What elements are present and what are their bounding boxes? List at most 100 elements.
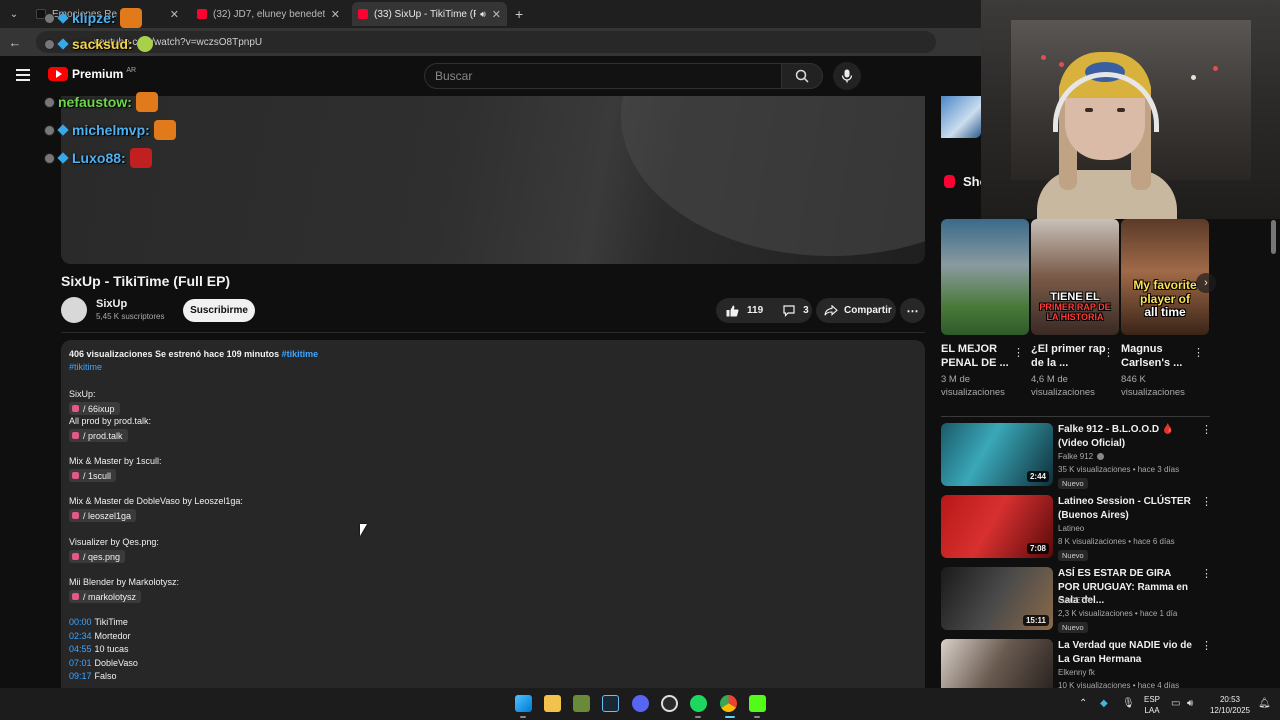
browser-tab-active[interactable]: (33) SixUp - TikiTime (Full E 🔊︎ ✕	[352, 2, 507, 26]
short-more-vertical-icon[interactable]: ⋮	[1193, 346, 1204, 359]
taskbar-indicator	[520, 716, 526, 718]
subscribe-button[interactable]: Suscribirme	[183, 299, 255, 322]
browser-tab[interactable]: (32) JD7, eluney benedetti - M ✕	[191, 2, 346, 26]
credit-heading: Mii Blender by Markolotysz:	[69, 577, 180, 587]
short-more-vertical-icon[interactable]: ⋮	[1103, 346, 1114, 359]
recommended-thumbnail[interactable]	[941, 96, 981, 138]
timestamp-link[interactable]: 07:01	[69, 658, 92, 668]
video-meta: 35 K visualizaciones • hace 3 días	[1058, 465, 1180, 474]
shorts-next-chevron-icon[interactable]: ›	[1196, 273, 1216, 293]
kick-icon[interactable]	[749, 695, 766, 712]
file-explorer-icon[interactable]	[544, 695, 561, 712]
audio-playing-icon[interactable]: 🔊︎	[480, 9, 486, 20]
video-thumbnail[interactable]: 2:44	[941, 423, 1053, 486]
video-thumbnail[interactable]: 15:11	[941, 567, 1053, 630]
timestamp-link[interactable]: 04:55	[69, 644, 92, 654]
video-thumbnail[interactable]	[941, 639, 1053, 688]
tab-search-chevron-icon[interactable]: ⌄	[4, 4, 24, 24]
comments-button[interactable]: 3	[773, 298, 819, 323]
video-thumbnail[interactable]: 7:08	[941, 495, 1053, 558]
tray-microphone-icon[interactable]: 🎙︎	[1122, 698, 1135, 709]
video-channel[interactable]: Falke 912	[1058, 452, 1105, 461]
share-button[interactable]: Compartir	[816, 298, 896, 323]
search-input[interactable]	[435, 69, 781, 83]
spotify-icon[interactable]	[690, 695, 707, 712]
channel-name[interactable]: SixUp	[96, 298, 127, 310]
description-panel[interactable]	[61, 340, 925, 700]
short-title[interactable]: EL MEJOR PENAL DE ...	[941, 342, 1019, 370]
tray-app-icon[interactable]: ◆	[1100, 698, 1108, 709]
obs-icon[interactable]	[661, 695, 678, 712]
chat-badge-icon	[44, 124, 55, 136]
link-text: / qes.png	[83, 551, 121, 562]
instagram-link[interactable]: / prod.talk	[69, 429, 128, 442]
chrome-icon[interactable]	[720, 695, 737, 712]
video-more-vertical-icon[interactable]: ⋮	[1201, 567, 1212, 580]
video-more-vertical-icon[interactable]: ⋮	[1201, 639, 1212, 652]
channel-avatar[interactable]	[61, 297, 87, 323]
network-icon[interactable]: ▭	[1171, 698, 1180, 709]
windows-start-icon[interactable]	[515, 695, 532, 712]
video-player[interactable]	[61, 96, 925, 264]
page-scrollbar[interactable]	[1271, 220, 1276, 254]
video-more-vertical-icon[interactable]: ⋮	[1201, 495, 1212, 508]
short-title[interactable]: Magnus Carlsen's ...	[1121, 342, 1199, 370]
search-box[interactable]	[424, 63, 782, 89]
webcam-light	[1059, 62, 1064, 67]
timestamp-link[interactable]: 00:00	[69, 617, 92, 627]
instagram-link[interactable]: / 1scull	[69, 469, 117, 482]
search-button[interactable]	[781, 63, 823, 89]
short-thumbnail[interactable]: TIENE EL PRIMER RAP DE LA HISTORIA	[1031, 219, 1119, 335]
short-views: 846 K visualizaciones	[1121, 374, 1185, 398]
menu-hamburger-icon[interactable]	[16, 69, 30, 81]
credit-heading: All prod by prod.talk:	[69, 416, 152, 426]
chat-badge-icon	[44, 96, 55, 108]
youtube-premium-logo[interactable]: Premium AR	[48, 67, 136, 81]
video-channel[interactable]: Latineo	[1058, 524, 1084, 533]
keyboard-language[interactable]: ESP LAA	[1138, 694, 1166, 716]
instagram-link[interactable]: / 66ixup	[69, 402, 120, 415]
url-field[interactable]: youtube.com/watch?v=wczsO8TpnpU	[36, 31, 936, 53]
volume-icon[interactable]: 🔊︎	[1187, 698, 1193, 709]
video-title-link[interactable]: Latineo Session - CLÚSTER (Buenos Aires)	[1058, 495, 1194, 522]
back-arrow-icon[interactable]: ←	[4, 35, 26, 50]
video-more-vertical-icon[interactable]: ⋮	[1201, 423, 1212, 436]
instagram-link[interactable]: / qes.png	[69, 550, 126, 563]
hashtag-link[interactable]: #tikitime	[69, 362, 102, 372]
share-arrow-icon	[824, 305, 838, 316]
short-thumbnail[interactable]	[941, 219, 1029, 335]
chat-message: klipze:	[44, 8, 142, 28]
clock[interactable]: 20:53 12/10/2025	[1206, 694, 1254, 716]
hashtag-link[interactable]: #tikitime	[282, 349, 319, 359]
streamer-webcam	[981, 0, 1280, 219]
instagram-link[interactable]: / leoszel1ga	[69, 509, 137, 522]
tracklist-item: 02:34 Mortedor	[69, 631, 131, 641]
voice-search-button[interactable]	[833, 62, 861, 90]
divider	[61, 332, 925, 333]
video-channel[interactable]: GACETA	[1058, 596, 1090, 605]
tray-chevron-up-icon[interactable]: ⌃	[1079, 698, 1087, 709]
instagram-link[interactable]: / markolotysz	[69, 590, 142, 603]
minecraft-icon[interactable]	[573, 695, 590, 712]
video-channel[interactable]: Elkenny fk	[1058, 668, 1095, 677]
notification-bell-icon[interactable]: 🔔︎	[1258, 698, 1271, 709]
instagram-icon	[72, 512, 79, 519]
ball-emote-icon	[136, 36, 153, 52]
timestamp-link[interactable]: 02:34	[69, 631, 92, 641]
discord-icon[interactable]	[632, 695, 649, 712]
tab-close-icon[interactable]: ✕	[492, 8, 501, 21]
more-actions-button[interactable]: ⋯	[900, 298, 925, 323]
video-title-link[interactable]: La Verdad que NADIE vio de La Gran Herma…	[1058, 639, 1194, 666]
tab-close-icon[interactable]: ✕	[170, 8, 179, 21]
tab-close-icon[interactable]: ✕	[331, 8, 340, 21]
video-title-link[interactable]: Falke 912 - B.L.O.O.D 🩸 (Video Oficial)	[1058, 423, 1194, 450]
video-meta: 2,3 K visualizaciones • hace 1 día	[1058, 609, 1178, 618]
like-button[interactable]: 119	[716, 298, 773, 323]
short-thumbnail[interactable]: My favorite player of all time	[1121, 219, 1209, 335]
steam-icon[interactable]	[602, 695, 619, 712]
short-title[interactable]: ¿El primer rap de la ...	[1031, 342, 1109, 370]
timestamp-link[interactable]: 09:17	[69, 671, 92, 681]
short-more-vertical-icon[interactable]: ⋮	[1013, 346, 1024, 359]
video-meta: 10 K visualizaciones • hace 4 días	[1058, 681, 1180, 688]
new-tab-button[interactable]: +	[515, 6, 523, 22]
